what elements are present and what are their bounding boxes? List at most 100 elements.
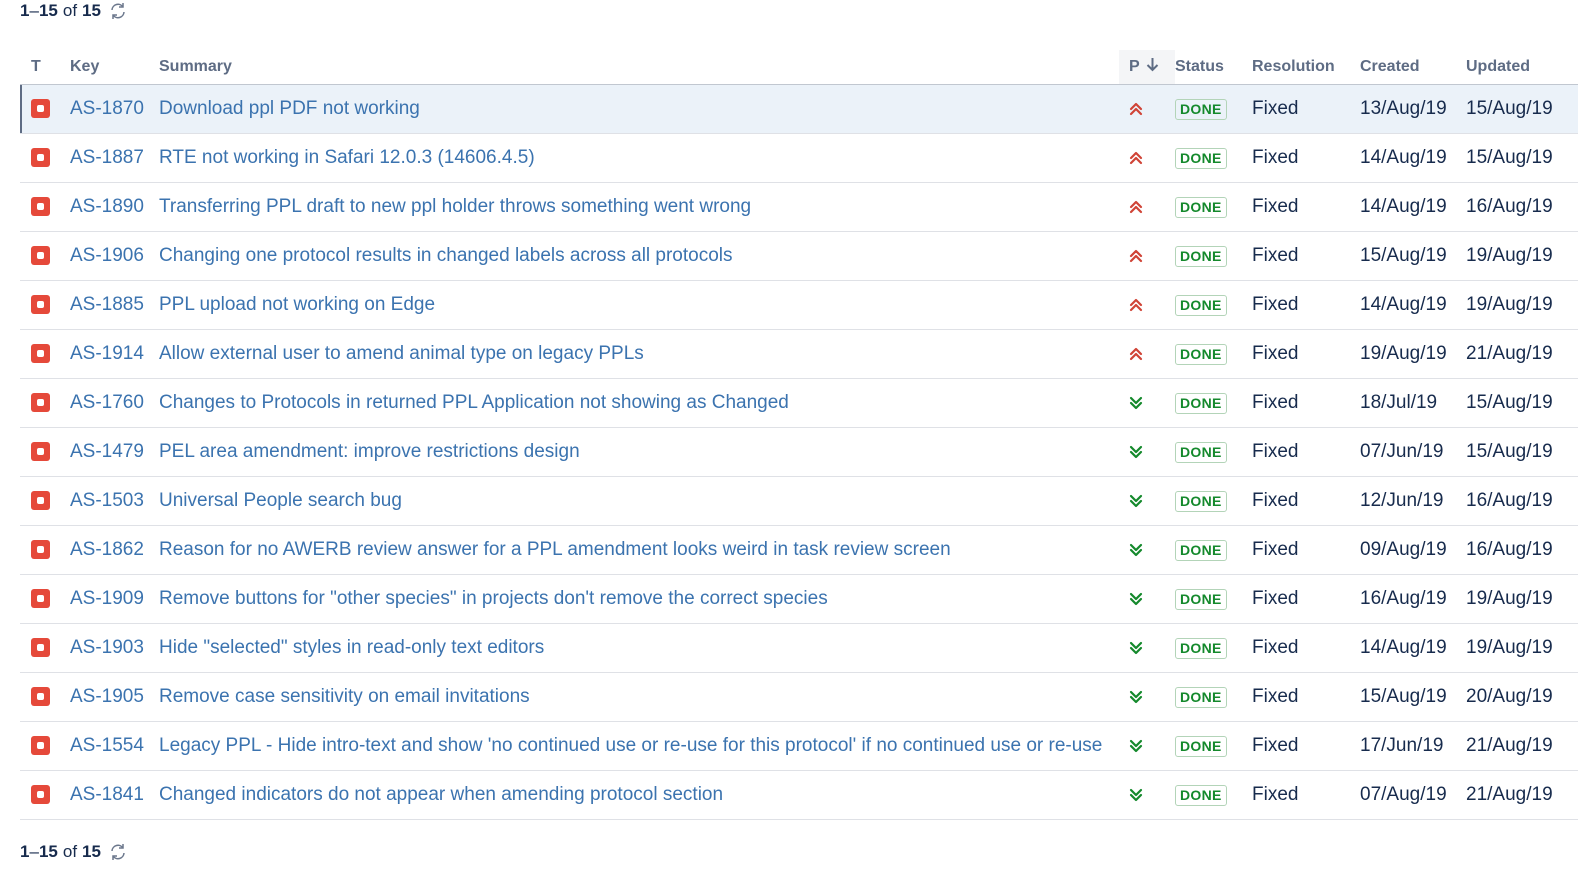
- status-cell: DONE: [1175, 672, 1252, 722]
- table-row[interactable]: AS-1554 Legacy PPL - Hide intro-text and …: [20, 721, 1578, 771]
- table-row[interactable]: AS-1479 PEL area amendment: improve restr…: [20, 427, 1578, 477]
- priority-cell: [1119, 378, 1175, 428]
- pager-total: 15: [82, 1, 101, 20]
- issue-key-link[interactable]: AS-1885: [70, 294, 144, 315]
- status-badge: DONE: [1175, 246, 1227, 267]
- pager-end: 15: [38, 842, 58, 861]
- issue-key-link[interactable]: AS-1914: [70, 343, 144, 364]
- table-row[interactable]: AS-1890 Transferring PPL draft to new ppl…: [20, 182, 1578, 232]
- column-header-key[interactable]: Key: [70, 50, 159, 85]
- table-row[interactable]: AS-1862 Reason for no AWERB review answer…: [20, 525, 1578, 575]
- table-header-row: T Key Summary P Status Resolution Create…: [20, 50, 1578, 85]
- issue-key-link[interactable]: AS-1841: [70, 784, 144, 805]
- key-cell: AS-1906: [70, 231, 159, 281]
- bug-icon: [31, 589, 50, 609]
- issue-summary-link[interactable]: Changing one protocol results in changed…: [159, 245, 733, 266]
- issue-key-link[interactable]: AS-1906: [70, 245, 144, 266]
- created-cell: 07/Jun/19: [1360, 427, 1466, 477]
- issue-summary-link[interactable]: Download ppl PDF not working: [159, 98, 420, 119]
- issue-key-link[interactable]: AS-1870: [70, 98, 144, 119]
- table-row[interactable]: AS-1503 Universal People search bug DONE Fi…: [20, 476, 1578, 526]
- resolution-cell: Fixed: [1252, 672, 1360, 722]
- table-row[interactable]: AS-1905 Remove case sensitivity on email …: [20, 672, 1578, 722]
- issue-summary-link[interactable]: Reason for no AWERB review answer for a …: [159, 539, 951, 560]
- created-cell: 14/Aug/19: [1360, 623, 1466, 673]
- issue-summary-link[interactable]: PEL area amendment: improve restrictions…: [159, 441, 580, 462]
- priority-cell: [1119, 623, 1175, 673]
- priority-highest-icon: [1119, 101, 1175, 117]
- status-cell: DONE: [1175, 133, 1252, 183]
- updated-cell: 19/Aug/19: [1466, 623, 1578, 673]
- status-cell: DONE: [1175, 574, 1252, 624]
- status-cell: DONE: [1175, 721, 1252, 771]
- table-row[interactable]: AS-1906 Changing one protocol results in …: [20, 231, 1578, 281]
- key-cell: AS-1887: [70, 133, 159, 183]
- arrow-down-icon: [1146, 57, 1159, 77]
- issue-summary-link[interactable]: Universal People search bug: [159, 490, 402, 511]
- pager-of: of: [62, 1, 78, 20]
- column-header-summary[interactable]: Summary: [159, 50, 1119, 85]
- type-cell: [20, 623, 70, 673]
- issue-key-link[interactable]: AS-1554: [70, 735, 144, 756]
- table-row[interactable]: AS-1870 Download ppl PDF not working DONE F…: [20, 84, 1578, 134]
- table-row[interactable]: AS-1914 Allow external user to amend anim…: [20, 329, 1578, 379]
- table-row[interactable]: AS-1903 Hide "selected" styles in read-on…: [20, 623, 1578, 673]
- updated-cell: 15/Aug/19: [1466, 378, 1578, 428]
- status-cell: DONE: [1175, 476, 1252, 526]
- summary-cell: PEL area amendment: improve restrictions…: [159, 427, 1119, 477]
- type-cell: [20, 280, 70, 330]
- column-header-priority[interactable]: P: [1119, 50, 1175, 85]
- status-badge: DONE: [1175, 344, 1227, 365]
- issue-summary-link[interactable]: Allow external user to amend animal type…: [159, 343, 644, 364]
- issue-key-link[interactable]: AS-1905: [70, 686, 144, 707]
- bug-icon: [31, 295, 50, 315]
- column-header-created[interactable]: Created: [1360, 50, 1466, 85]
- key-cell: AS-1479: [70, 427, 159, 477]
- issue-key-link[interactable]: AS-1503: [70, 490, 144, 511]
- status-badge: DONE: [1175, 99, 1227, 120]
- table-row[interactable]: AS-1841 Changed indicators do not appear …: [20, 770, 1578, 820]
- column-header-status[interactable]: Status: [1175, 50, 1252, 85]
- issue-summary-link[interactable]: Changes to Protocols in returned PPL App…: [159, 392, 789, 413]
- issue-summary-link[interactable]: Transferring PPL draft to new ppl holder…: [159, 196, 751, 217]
- column-header-updated[interactable]: Updated: [1466, 50, 1578, 85]
- refresh-icon[interactable]: [109, 2, 127, 20]
- issue-key-link[interactable]: AS-1760: [70, 392, 144, 413]
- issue-summary-link[interactable]: Remove buttons for "other species" in pr…: [159, 588, 828, 609]
- priority-cell: [1119, 280, 1175, 330]
- key-cell: AS-1870: [70, 84, 159, 134]
- issue-summary-link[interactable]: RTE not working in Safari 12.0.3 (14606.…: [159, 147, 535, 168]
- resolution-cell: Fixed: [1252, 378, 1360, 428]
- table-row[interactable]: AS-1885 PPL upload not working on Edge DON…: [20, 280, 1578, 330]
- issue-key-link[interactable]: AS-1890: [70, 196, 144, 217]
- table-row[interactable]: AS-1887 RTE not working in Safari 12.0.3 …: [20, 133, 1578, 183]
- type-cell: [20, 672, 70, 722]
- issue-key-link[interactable]: AS-1479: [70, 441, 144, 462]
- summary-cell: Reason for no AWERB review answer for a …: [159, 525, 1119, 575]
- status-badge: DONE: [1175, 295, 1227, 316]
- refresh-icon[interactable]: [109, 843, 127, 861]
- column-header-resolution[interactable]: Resolution: [1252, 50, 1360, 85]
- table-row[interactable]: AS-1909 Remove buttons for "other species…: [20, 574, 1578, 624]
- type-cell: [20, 770, 70, 820]
- priority-lowest-icon: [1119, 591, 1175, 607]
- issue-key-link[interactable]: AS-1909: [70, 588, 144, 609]
- pager-end: 15: [38, 1, 58, 20]
- issue-summary-link[interactable]: Remove case sensitivity on email invitat…: [159, 686, 530, 707]
- issue-key-link[interactable]: AS-1862: [70, 539, 144, 560]
- issue-summary-link[interactable]: Legacy PPL - Hide intro-text and show 'n…: [159, 735, 1102, 756]
- issue-summary-link[interactable]: PPL upload not working on Edge: [159, 294, 435, 315]
- issue-key-link[interactable]: AS-1887: [70, 147, 144, 168]
- updated-cell: 19/Aug/19: [1466, 231, 1578, 281]
- status-badge: DONE: [1175, 540, 1227, 561]
- status-cell: DONE: [1175, 182, 1252, 232]
- key-cell: AS-1503: [70, 476, 159, 526]
- summary-cell: Allow external user to amend animal type…: [159, 329, 1119, 379]
- issue-summary-link[interactable]: Changed indicators do not appear when am…: [159, 784, 723, 805]
- pager-start: 1: [20, 1, 30, 20]
- table-row[interactable]: AS-1760 Changes to Protocols in returned …: [20, 378, 1578, 428]
- column-header-type[interactable]: T: [20, 50, 70, 85]
- issue-summary-link[interactable]: Hide "selected" styles in read-only text…: [159, 637, 544, 658]
- issue-key-link[interactable]: AS-1903: [70, 637, 144, 658]
- updated-cell: 20/Aug/19: [1466, 672, 1578, 722]
